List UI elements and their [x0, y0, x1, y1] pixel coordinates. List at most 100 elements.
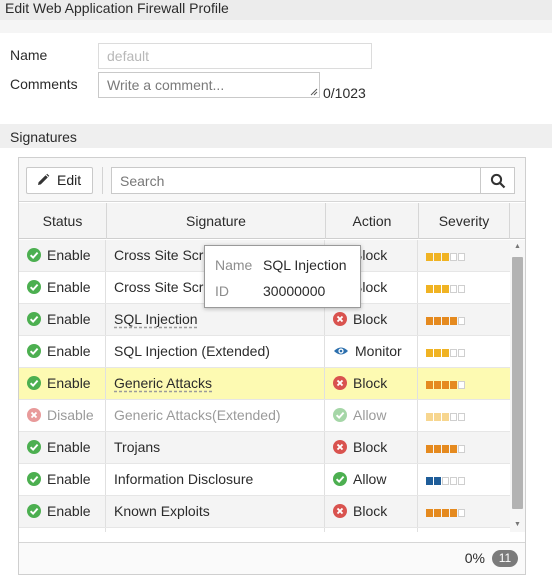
- signature-name[interactable]: Information Disclosure: [114, 471, 253, 487]
- check-circle-icon: [27, 280, 41, 294]
- comments-placeholder: Write a comment...: [107, 77, 225, 93]
- action-cell[interactable]: Block: [325, 528, 418, 532]
- table-row[interactable]: Enable SQL Injection Block: [19, 304, 510, 336]
- status-cell: Enable: [19, 496, 106, 527]
- action-cell[interactable]: Block: [325, 304, 418, 335]
- severity-indicator: [426, 497, 466, 527]
- severity-indicator: [426, 369, 466, 399]
- check-circle-icon: [27, 344, 41, 358]
- table-row[interactable]: Enable Generic Attacks Block: [19, 368, 510, 400]
- signature-name[interactable]: Generic Attacks(Extended): [114, 407, 281, 423]
- check-circle-icon: [27, 472, 41, 486]
- window-title: Edit Web Application Firewall Profile: [0, 0, 552, 20]
- severity-cell: [418, 368, 510, 399]
- signature-cell[interactable]: Credit Card Detection: [106, 528, 325, 532]
- severity-indicator: [426, 529, 466, 532]
- status-cell: Enable: [19, 464, 106, 495]
- action-cell[interactable]: Block: [325, 368, 418, 399]
- status-label: Enable: [47, 343, 91, 359]
- x-circle-icon: [27, 408, 41, 422]
- signature-name[interactable]: SQL Injection (Extended): [114, 343, 270, 359]
- status-cell: Disable: [19, 528, 106, 532]
- signature-cell[interactable]: Trojans: [106, 432, 325, 463]
- pencil-icon: [38, 173, 50, 185]
- scrollbar-thumb[interactable]: [512, 257, 523, 509]
- action-cell[interactable]: Monitor: [325, 336, 418, 367]
- table-row[interactable]: Enable SQL Injection (Extended) Monitor: [19, 336, 510, 368]
- search-input[interactable]: Search: [111, 167, 515, 194]
- scroll-up-icon[interactable]: ▲: [514, 243, 521, 250]
- check-circle-icon: [27, 248, 41, 262]
- status-label: Enable: [47, 439, 91, 455]
- toolbar-divider: [102, 167, 103, 194]
- action-cell[interactable]: Block: [325, 432, 418, 463]
- search-button[interactable]: [480, 168, 514, 193]
- tooltip-name-value: SQL Injection: [263, 257, 347, 273]
- severity-indicator: [426, 305, 466, 335]
- table-row[interactable]: Enable Information Disclosure Allow: [19, 464, 510, 496]
- table-footer: 0% 11: [19, 542, 525, 574]
- column-header-severity[interactable]: Severity: [419, 203, 510, 239]
- vertical-scrollbar[interactable]: ▲ ▼: [510, 240, 525, 532]
- edit-button[interactable]: Edit: [26, 167, 93, 194]
- table-row[interactable]: Enable Known Exploits Block: [19, 496, 510, 528]
- resize-grip-icon[interactable]: [310, 88, 318, 96]
- severity-cell: [418, 336, 510, 367]
- action-cell[interactable]: Allow: [325, 464, 418, 495]
- severity-cell: [418, 432, 510, 463]
- title-separator: [0, 20, 552, 33]
- signature-name[interactable]: Trojans: [114, 439, 160, 455]
- signature-cell[interactable]: Generic Attacks(Extended): [106, 400, 325, 431]
- x-circle-icon: [333, 376, 347, 390]
- status-label: Enable: [47, 471, 91, 487]
- signature-name[interactable]: Known Exploits: [114, 503, 210, 519]
- table-row[interactable]: DisableCredit Card DetectionBlock: [19, 528, 510, 532]
- check-circle-icon: [27, 440, 41, 454]
- x-circle-icon: [333, 504, 347, 518]
- tooltip-id-value: 30000000: [263, 283, 326, 299]
- severity-cell: [418, 272, 510, 303]
- check-circle-icon: [27, 504, 41, 518]
- status-label: Enable: [47, 503, 91, 519]
- action-cell[interactable]: Allow: [325, 400, 418, 431]
- comments-label: Comments: [10, 76, 78, 92]
- severity-cell: [418, 240, 510, 271]
- signature-name[interactable]: SQL Injection: [114, 311, 198, 327]
- action-label: Allow: [353, 471, 387, 487]
- column-header-status[interactable]: Status: [19, 203, 107, 239]
- table-row[interactable]: Enable Trojans Block: [19, 432, 510, 464]
- result-count-badge: 11: [492, 550, 518, 567]
- signature-cell[interactable]: Generic Attacks: [106, 368, 325, 399]
- scroll-down-icon[interactable]: ▼: [514, 521, 521, 528]
- column-header-action[interactable]: Action: [326, 203, 419, 239]
- check-circle-icon: [333, 472, 347, 486]
- check-circle-icon: [27, 376, 41, 390]
- action-label: Allow: [353, 407, 387, 423]
- x-circle-icon: [333, 312, 347, 326]
- comments-field[interactable]: Write a comment...: [98, 72, 320, 98]
- search-icon: [490, 173, 506, 189]
- signature-name[interactable]: Generic Attacks: [114, 375, 212, 391]
- action-label: Monitor: [355, 343, 402, 359]
- action-cell[interactable]: Block: [325, 496, 418, 527]
- signature-cell[interactable]: SQL Injection: [106, 304, 325, 335]
- severity-indicator: [426, 401, 466, 431]
- severity-indicator: [426, 465, 466, 495]
- signature-cell[interactable]: Information Disclosure: [106, 464, 325, 495]
- table-row[interactable]: Disable Generic Attacks(Extended) Allow: [19, 400, 510, 432]
- column-header-signature[interactable]: Signature: [107, 203, 326, 239]
- search-placeholder: Search: [120, 173, 165, 189]
- severity-cell: [418, 496, 510, 527]
- severity-cell: [418, 400, 510, 431]
- table-header: Status Signature Action Severity: [19, 203, 525, 239]
- status-label: Disable: [47, 407, 94, 423]
- signature-tooltip: Name SQL Injection ID 30000000: [204, 245, 361, 308]
- signature-cell[interactable]: Known Exploits: [106, 496, 325, 527]
- name-field[interactable]: default: [98, 43, 372, 69]
- action-label: Block: [353, 439, 388, 455]
- x-circle-icon: [333, 440, 347, 454]
- signature-cell[interactable]: SQL Injection (Extended): [106, 336, 325, 367]
- severity-cell: [418, 528, 510, 532]
- tooltip-id-key: ID: [215, 283, 229, 299]
- table-progress-percent: 0%: [464, 550, 485, 566]
